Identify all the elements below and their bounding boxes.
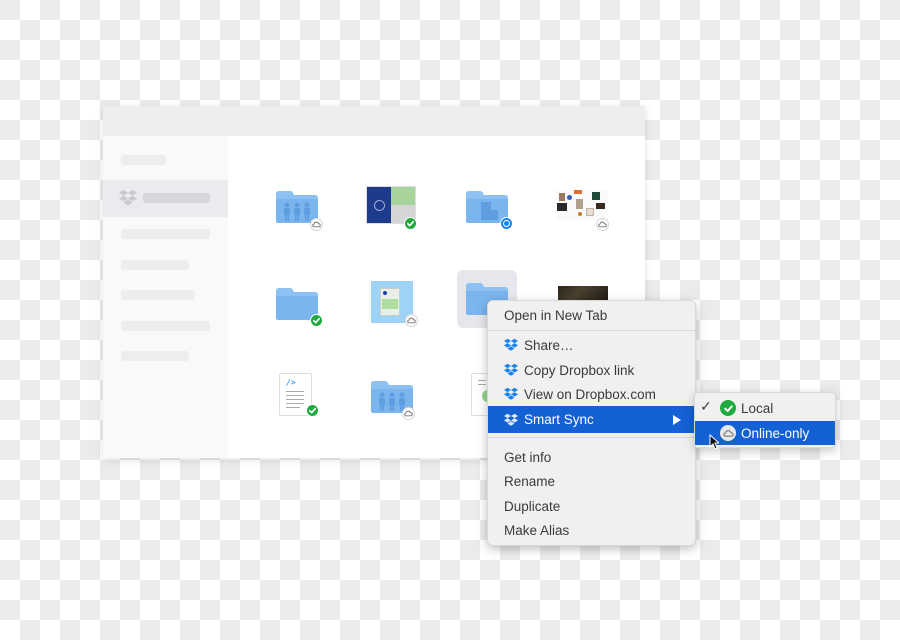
menu-item-copy-dropbox-link[interactable]: Copy Dropbox link xyxy=(488,358,695,382)
menu-item-rename[interactable]: Rename xyxy=(488,469,695,493)
dropbox-icon xyxy=(504,413,518,427)
building-icon xyxy=(481,202,491,220)
title-bar xyxy=(103,106,645,136)
people-icon xyxy=(282,202,312,222)
menu-separator xyxy=(488,437,695,438)
green-check-icon xyxy=(404,217,417,230)
collage-thumbnail xyxy=(556,190,608,220)
submenu-arrow-icon xyxy=(673,415,681,425)
sidebar-item-placeholder[interactable] xyxy=(121,351,189,361)
image-item[interactable] xyxy=(556,186,609,231)
menu-item-view-on-dropbox[interactable]: View on Dropbox.com xyxy=(488,382,695,406)
dropbox-icon xyxy=(119,189,137,207)
cloud-icon xyxy=(310,218,323,231)
sidebar-item-dropbox[interactable] xyxy=(103,180,228,217)
folder-item[interactable] xyxy=(273,186,323,231)
context-menu: Open in New Tab Share… Copy Dropbox link… xyxy=(487,300,696,546)
folder-item[interactable] xyxy=(463,186,513,230)
image-item[interactable] xyxy=(366,186,417,230)
menu-item-open-in-new-tab[interactable]: Open in New Tab xyxy=(488,303,695,327)
menu-separator xyxy=(488,330,695,331)
green-check-icon xyxy=(720,400,736,416)
green-check-icon xyxy=(310,314,323,327)
sidebar-item-placeholder[interactable] xyxy=(121,321,210,331)
dropbox-icon xyxy=(504,338,518,352)
sync-icon xyxy=(500,217,513,230)
cloud-icon xyxy=(405,314,418,327)
mouse-cursor-icon xyxy=(709,434,719,450)
folder-item[interactable] xyxy=(273,283,323,327)
menu-item-make-alias[interactable]: Make Alias xyxy=(488,518,695,542)
green-check-icon xyxy=(306,404,319,417)
menu-item-share[interactable]: Share… xyxy=(488,333,695,357)
image-item[interactable] xyxy=(371,281,421,327)
sidebar-item-placeholder[interactable] xyxy=(121,155,166,165)
menu-item-duplicate[interactable]: Duplicate xyxy=(488,494,695,518)
dropbox-icon xyxy=(504,387,518,401)
sidebar-item-placeholder[interactable] xyxy=(121,290,195,300)
cloud-icon xyxy=(596,218,609,231)
submenu-item-local[interactable]: ✓ Local xyxy=(695,396,835,420)
cloud-icon xyxy=(402,407,415,420)
menu-item-smart-sync[interactable]: Smart Sync xyxy=(488,406,695,433)
document-item[interactable]: /> xyxy=(277,371,327,417)
sidebar-item-placeholder[interactable] xyxy=(121,229,210,239)
folder-item[interactable] xyxy=(368,376,418,420)
cloud-icon xyxy=(720,425,736,441)
menu-item-get-info[interactable]: Get info xyxy=(488,445,695,469)
sidebar-item-label-placeholder xyxy=(143,193,210,203)
sidebar xyxy=(103,136,228,458)
sidebar-item-placeholder[interactable] xyxy=(121,260,189,270)
checkmark-icon: ✓ xyxy=(700,398,712,414)
dropbox-icon xyxy=(504,363,518,377)
